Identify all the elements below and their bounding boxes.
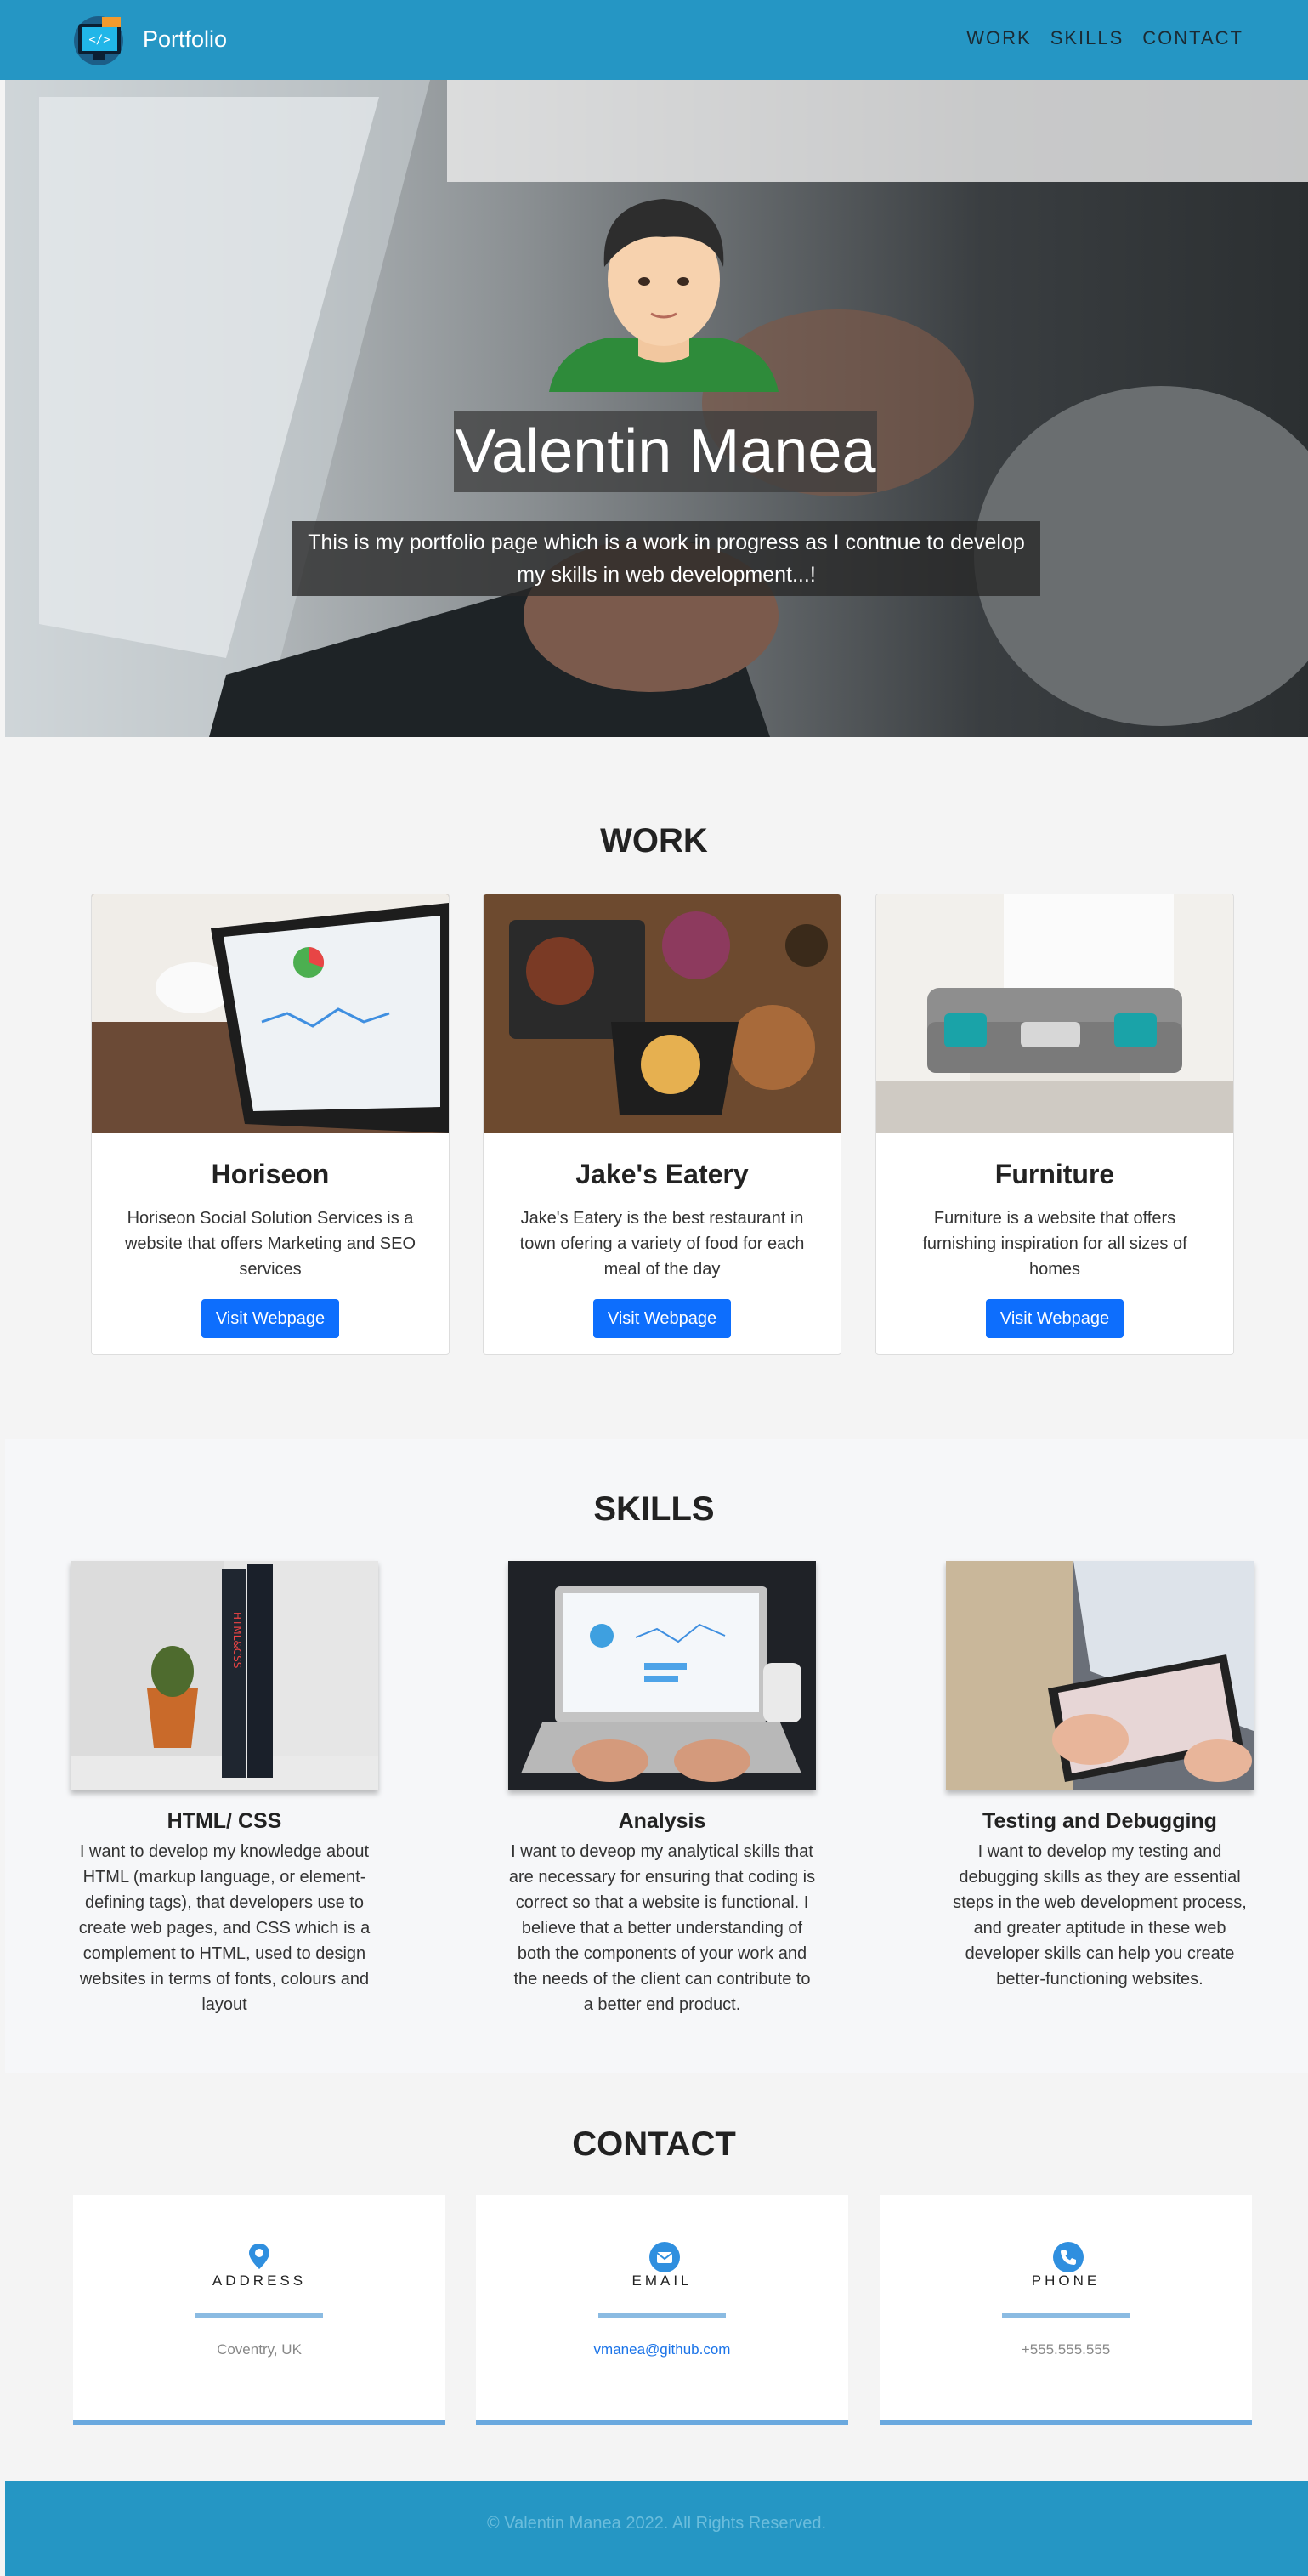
nav-link-work[interactable]: WORK bbox=[966, 27, 1031, 49]
skill-title: Analysis bbox=[618, 1809, 706, 1833]
footer-copyright: © Valentin Manea 2022. All Rights Reserv… bbox=[486, 2514, 827, 2533]
skill-description: I want to develop my knowledge about HTM… bbox=[78, 1842, 371, 2014]
hero-tagline: This is my portfolio page which is a wor… bbox=[292, 521, 1040, 596]
skill-html-css: HTML&CSS HTML/ CSS I want to develop my … bbox=[71, 1561, 378, 2017]
food-spread-image bbox=[484, 894, 841, 1133]
hero-section: Valentin Manea This is my portfolio page… bbox=[5, 80, 1308, 737]
contact-card-phone: PHONE +555.555.555 bbox=[880, 2195, 1252, 2425]
brand[interactable]: </> Portfolio bbox=[71, 12, 227, 66]
work-card-jakes-eatery: Jake's Eatery Jake's Eatery is the best … bbox=[483, 894, 841, 1355]
living-room-sofa-image bbox=[876, 894, 1233, 1133]
divider bbox=[598, 2313, 726, 2318]
contact-label: EMAIL bbox=[631, 2272, 693, 2289]
map-pin-icon bbox=[246, 2242, 272, 2269]
phone-icon bbox=[1053, 2242, 1084, 2272]
contact-label: PHONE bbox=[1031, 2272, 1101, 2289]
skill-description: I want to develop my testing and debuggi… bbox=[953, 1842, 1247, 1989]
books-cactus-image: HTML&CSS bbox=[71, 1561, 378, 1790]
envelope-icon bbox=[649, 2242, 680, 2272]
hero-laptop-background-image bbox=[5, 80, 1308, 737]
work-section-title: WORK bbox=[600, 822, 708, 860]
svg-text:HTML&CSS: HTML&CSS bbox=[231, 1612, 243, 1668]
work-card-title: Jake's Eatery bbox=[575, 1159, 749, 1189]
nav-link-contact[interactable]: CONTACT bbox=[1142, 27, 1243, 49]
skill-description: I want to deveop my analytical skills th… bbox=[508, 1842, 816, 2014]
work-card-description: Furniture is a website that offers furni… bbox=[922, 1209, 1187, 1279]
contact-section-title: CONTACT bbox=[572, 2125, 736, 2163]
contact-card-address: ADDRESS Coventry, UK bbox=[73, 2195, 445, 2425]
hero-name: Valentin Manea bbox=[454, 411, 877, 492]
visit-webpage-button[interactable]: Visit Webpage bbox=[986, 1299, 1124, 1338]
contact-card-email: EMAIL vmanea@github.com bbox=[476, 2195, 848, 2425]
work-card-description: Jake's Eatery is the best restaurant in … bbox=[519, 1209, 805, 1279]
visit-webpage-button[interactable]: Visit Webpage bbox=[593, 1299, 731, 1338]
contact-label: ADDRESS bbox=[212, 2272, 307, 2289]
nav-link-skills[interactable]: SKILLS bbox=[1050, 27, 1124, 49]
visit-webpage-button[interactable]: Visit Webpage bbox=[201, 1299, 339, 1338]
code-monitor-logo-icon: </> bbox=[71, 12, 127, 66]
brand-text: Portfolio bbox=[143, 26, 228, 52]
work-card-description: Horiseon Social Solution Services is a w… bbox=[124, 1209, 416, 1279]
skill-analysis: Analysis I want to deveop my analytical … bbox=[508, 1561, 816, 2017]
avatar bbox=[549, 199, 779, 392]
horiseon-tablet-image bbox=[92, 894, 449, 1133]
divider bbox=[195, 2313, 323, 2318]
divider bbox=[1002, 2313, 1130, 2318]
skill-title: HTML/ CSS bbox=[167, 1809, 282, 1833]
work-card-title: Horiseon bbox=[211, 1159, 330, 1189]
laptop-analytics-image bbox=[508, 1561, 816, 1790]
contact-phone-value: +555.555.555 bbox=[1021, 2341, 1111, 2358]
work-card-horiseon: Horiseon Horiseon Social Solution Servic… bbox=[91, 894, 450, 1355]
work-card-furniture: Furniture Furniture is a website that of… bbox=[875, 894, 1234, 1355]
email-link[interactable]: vmanea@github.com bbox=[476, 2341, 848, 2358]
skill-title: Testing and Debugging bbox=[982, 1809, 1217, 1833]
svg-text:</>: </> bbox=[88, 33, 110, 47]
work-card-title: Furniture bbox=[994, 1159, 1115, 1189]
nav-links: WORK SKILLS CONTACT bbox=[966, 27, 1243, 49]
tablet-laptop-image bbox=[946, 1561, 1254, 1790]
footer: © Valentin Manea 2022. All Rights Reserv… bbox=[5, 2481, 1308, 2576]
skills-section-title: SKILLS bbox=[593, 1490, 715, 1528]
skill-testing-debugging: Testing and Debugging I want to develop … bbox=[946, 1561, 1254, 1992]
contact-address-value: Coventry, UK bbox=[217, 2341, 302, 2358]
navbar: </> Portfolio WORK SKILLS CONTACT bbox=[0, 0, 1308, 80]
